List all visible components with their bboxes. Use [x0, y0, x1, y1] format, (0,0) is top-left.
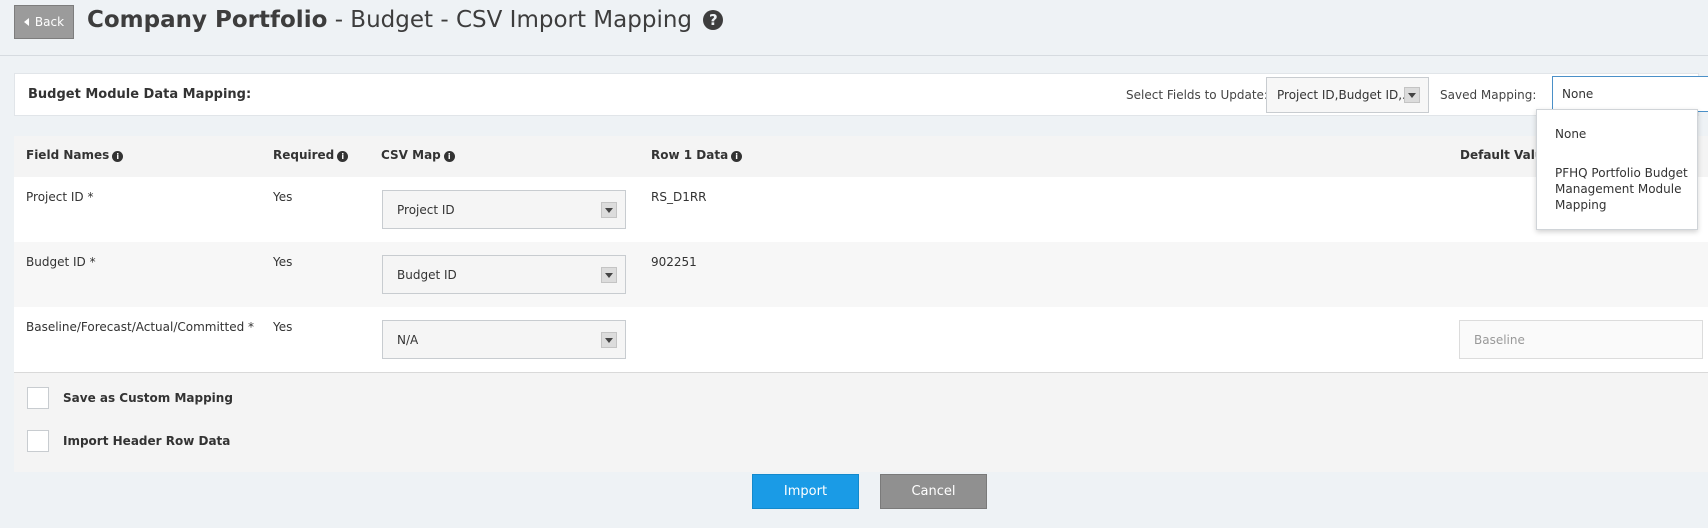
- chevron-down-icon: [1404, 87, 1420, 103]
- saved-mapping-label: Saved Mapping:: [1440, 88, 1537, 102]
- help-icon[interactable]: ?: [703, 10, 724, 30]
- page-header: Back Company Portfolio - Budget - CSV Im…: [0, 0, 1708, 56]
- back-button[interactable]: Back: [14, 5, 74, 39]
- page-title-rest: - Budget - CSV Import Mapping: [327, 7, 693, 33]
- fields-to-update-value: Project ID,Budget ID,...: [1277, 88, 1414, 102]
- caret-left-icon: [23, 18, 29, 26]
- csv-map-select[interactable]: Budget ID: [382, 255, 626, 294]
- csv-map-select[interactable]: Project ID: [382, 190, 626, 229]
- header-row1-label: Row 1 Data: [651, 148, 729, 162]
- field-name: Budget ID *: [26, 255, 96, 269]
- csv-map-select[interactable]: N/A: [382, 320, 626, 359]
- header-csv-map: CSV Map i: [381, 148, 455, 162]
- save-custom-mapping-option: Save as Custom Mapping: [27, 387, 233, 409]
- mapping-bar: Budget Module Data Mapping: Select Field…: [14, 73, 1708, 116]
- import-button[interactable]: Import: [752, 474, 859, 509]
- save-custom-mapping-checkbox[interactable]: [27, 387, 49, 409]
- import-header-row-label: Import Header Row Data: [63, 434, 231, 448]
- page-title-company: Company Portfolio: [87, 7, 328, 33]
- chevron-down-icon: [601, 267, 617, 283]
- field-name: Project ID *: [26, 190, 94, 204]
- dropdown-option-none[interactable]: None: [1555, 126, 1693, 142]
- row1-data: RS_D1RR: [651, 190, 707, 204]
- import-header-row-checkbox[interactable]: [27, 430, 49, 452]
- fields-to-update-select[interactable]: Project ID,Budget ID,...: [1266, 77, 1429, 113]
- header-row1-data: Row 1 Data i: [651, 148, 743, 162]
- mapping-title: Budget Module Data Mapping:: [28, 87, 252, 102]
- cancel-button[interactable]: Cancel: [880, 474, 987, 509]
- header-required: Required i: [273, 148, 349, 162]
- header-csv-map-label: CSV Map: [381, 148, 441, 162]
- import-header-row-option: Import Header Row Data: [27, 430, 230, 452]
- info-icon[interactable]: i: [337, 151, 349, 162]
- page-title: Company Portfolio - Budget - CSV Import …: [87, 4, 724, 36]
- divider: [14, 372, 1708, 373]
- row1-data: 902251: [651, 255, 697, 269]
- table-row: Baseline/Forecast/Actual/Committed * Yes…: [14, 307, 1708, 372]
- info-icon[interactable]: i: [443, 151, 455, 162]
- required-value: Yes: [273, 320, 293, 334]
- info-icon[interactable]: i: [731, 151, 743, 162]
- back-button-label: Back: [34, 15, 65, 29]
- chevron-down-icon: [601, 202, 617, 218]
- field-name: Baseline/Forecast/Actual/Committed *: [26, 320, 255, 334]
- chevron-down-icon: [601, 332, 617, 348]
- save-custom-mapping-label: Save as Custom Mapping: [63, 391, 233, 405]
- info-icon[interactable]: i: [112, 151, 124, 162]
- required-value: Yes: [273, 190, 293, 204]
- default-value-input[interactable]: Baseline: [1459, 320, 1703, 359]
- mapping-table: Field Names i Required i CSV Map i Row 1 Da…: [14, 136, 1708, 472]
- header-field-names: Field Names i: [26, 148, 124, 162]
- saved-mapping-dropdown: None PFHQ Portfolio Budget Management Mo…: [1536, 109, 1698, 230]
- table-row: Project ID * Yes Project ID RS_D1RR: [14, 177, 1708, 242]
- dropdown-option-pfhq-mapping[interactable]: PFHQ Portfolio Budget Management Module …: [1555, 165, 1693, 213]
- required-value: Yes: [273, 255, 293, 269]
- csv-map-value: Project ID: [397, 203, 455, 217]
- header-field-names-label: Field Names: [26, 148, 110, 162]
- csv-map-value: N/A: [397, 333, 419, 347]
- saved-mapping-select[interactable]: None: [1552, 76, 1708, 112]
- header-required-label: Required: [273, 148, 335, 162]
- table-row: Budget ID * Yes Budget ID 902251: [14, 242, 1708, 307]
- fields-to-update-label: Select Fields to Update:: [1126, 88, 1268, 102]
- csv-map-value: Budget ID: [397, 268, 457, 282]
